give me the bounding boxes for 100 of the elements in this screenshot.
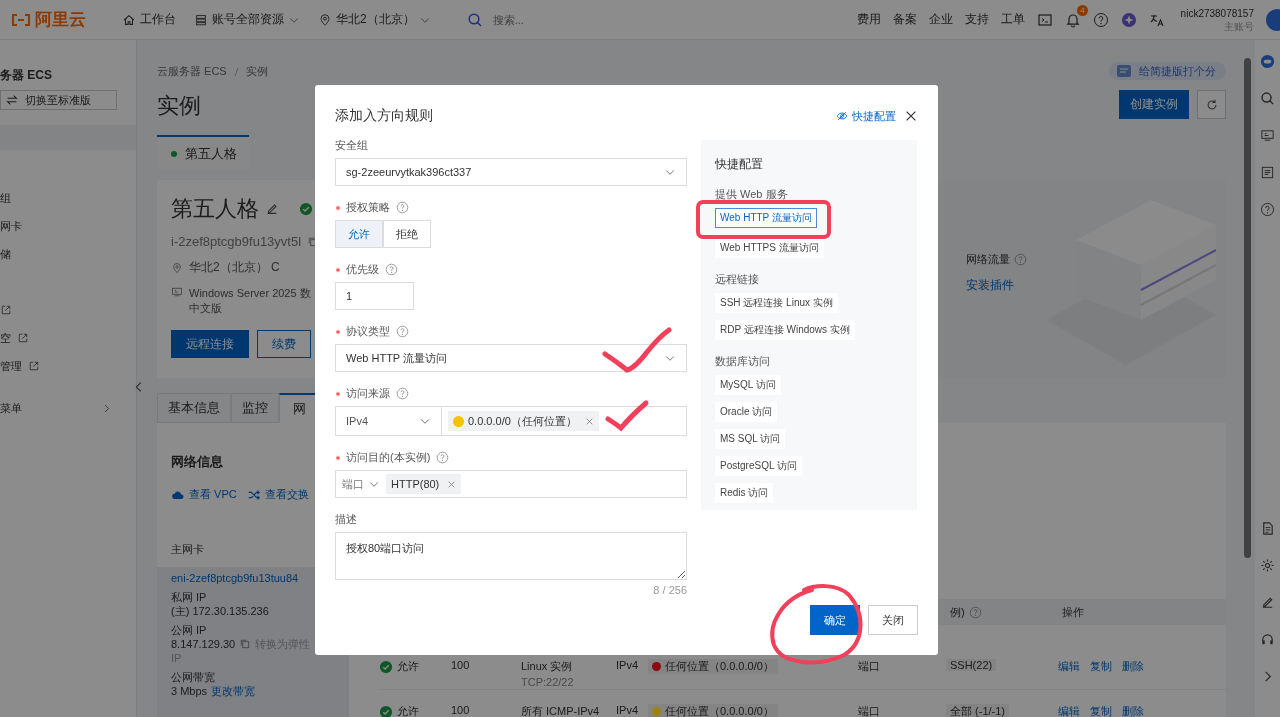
headset-icon[interactable] [1260, 632, 1275, 647]
external-link-icon[interactable] [28, 360, 40, 372]
table-cell: 允许 [397, 704, 419, 717]
terminal-icon[interactable] [1036, 11, 1053, 28]
sidebar-item[interactable]: 组 [0, 190, 11, 206]
sidebar-item[interactable]: 空 [0, 330, 11, 346]
preset-option[interactable]: Oracle 访问 [715, 402, 778, 422]
field-label: 协议类型 [346, 324, 390, 339]
sidebar-item[interactable]: 网卡 [0, 218, 22, 234]
top-link[interactable]: 支持 [964, 11, 989, 28]
column-header: 操作 [1062, 604, 1084, 620]
change-bandwidth-link[interactable]: 更改带宽 [211, 684, 256, 698]
tag-input-field[interactable]: 端口 HTTP(80) [335, 470, 687, 498]
table-cell: 所有 ICMP-IPv4 [521, 704, 600, 717]
preset-option[interactable]: Web HTTPS 流量访问 [715, 238, 824, 258]
segment-option[interactable]: 拒绝 [383, 220, 431, 248]
preset-option[interactable]: RDP 远程连接 Windows 实例 [715, 320, 855, 340]
top-link[interactable]: 备案 [892, 11, 917, 28]
character-counter: 8 / 256 [652, 584, 687, 596]
action-button[interactable]: 远程连接 [171, 330, 249, 358]
user-name[interactable]: nick2738078157 [1180, 6, 1254, 20]
monitor-icon[interactable] [1260, 128, 1275, 143]
search-icon[interactable] [1260, 91, 1275, 106]
top-link[interactable]: 企业 [928, 11, 953, 28]
confirm-button[interactable]: 确定 [810, 605, 860, 635]
required-icon [335, 204, 341, 211]
table-cell-text: IPv4 [616, 659, 639, 671]
field-label: 私网 IP [171, 590, 207, 604]
field-label: 访问目的(本实例) [346, 450, 431, 465]
search-field[interactable]: 搜索... [490, 12, 791, 27]
tab[interactable]: 监控 [231, 393, 279, 423]
switch-button[interactable]: 切换至标准版 [0, 90, 117, 110]
tab[interactable]: 基本信息 [157, 393, 231, 423]
swap-icon [5, 93, 19, 107]
scrollbar[interactable] [1244, 58, 1251, 558]
list-icon[interactable] [1260, 165, 1275, 180]
close-button[interactable]: 关闭 [868, 605, 918, 635]
field-label: 授权策略 [346, 200, 390, 215]
nic-link[interactable]: eni-2zef8ptcgb9fu13tuu84 [171, 571, 299, 585]
notification-badge: 4 [1077, 4, 1088, 16]
help-icon[interactable] [1260, 202, 1275, 217]
field-label: 优先级 [346, 262, 379, 277]
breadcrumb-link[interactable]: 云服务器 ECS [157, 64, 227, 79]
rating-badge[interactable]: 给简捷版打个分 [1109, 62, 1226, 80]
create-button[interactable]: 创建实例 [1119, 90, 1189, 119]
link[interactable]: 查看 VPC [171, 487, 237, 502]
sparkle-icon[interactable] [1120, 11, 1137, 28]
table-action-link[interactable]: 删除 [1122, 704, 1144, 717]
install-plugin-link[interactable]: 安装插件 [966, 277, 1027, 294]
external-link-icon[interactable] [17, 332, 29, 344]
monitor-icon [171, 286, 183, 298]
top-link[interactable]: 工单 [1000, 11, 1025, 28]
table-action-link[interactable]: 复制 [1090, 659, 1112, 674]
refresh-button[interactable] [1197, 90, 1226, 119]
table-action-link[interactable]: 复制 [1090, 704, 1112, 717]
preset-option[interactable]: SSH 远程连接 Linux 实例 [715, 293, 838, 313]
table-action-link[interactable]: 编辑 [1058, 659, 1080, 674]
field-value: 8.147.129.30 [171, 637, 236, 651]
help-icon[interactable] [1092, 11, 1109, 28]
check-circle-icon [299, 202, 313, 216]
nav-link[interactable]: 工作台 [122, 11, 176, 28]
search-icon [466, 11, 483, 28]
preset-option[interactable]: Web HTTP 流量访问 [715, 208, 817, 228]
text-area[interactable]: 授权80端口访问 [335, 532, 687, 580]
table-action-link[interactable]: 编辑 [1058, 704, 1080, 717]
sidebar-item[interactable]: 菜单 [0, 400, 22, 416]
stack-icon [194, 12, 208, 27]
assistant-icon[interactable] [1260, 54, 1275, 69]
port-tag: 全部 (-1/-1) [946, 704, 1009, 717]
table-action-link[interactable]: 删除 [1122, 659, 1144, 674]
external-link-icon[interactable] [0, 304, 12, 316]
field-value: (主) 172.30.135.236 [171, 604, 270, 618]
segment-option[interactable]: 允许 [335, 220, 383, 248]
select-field[interactable]: Web HTTP 流量访问 [335, 344, 687, 372]
close-icon[interactable] [904, 109, 918, 123]
sidebar-item[interactable]: 管理 [0, 358, 22, 374]
edit-icon[interactable] [265, 202, 279, 216]
edit-icon[interactable] [1260, 595, 1275, 610]
preset-option[interactable]: MS SQL 访问 [715, 429, 786, 449]
preset-option[interactable]: MySQL 访问 [715, 375, 781, 395]
home-icon [122, 12, 136, 27]
breadcrumb-link[interactable]: 实例 [245, 64, 268, 79]
gear-icon[interactable] [1260, 558, 1275, 573]
help-icon [385, 263, 398, 276]
select-field[interactable]: sg-2zeeurvytkak396ct337 [335, 158, 687, 186]
dropdown[interactable]: 端口 [342, 476, 380, 492]
preset-option[interactable]: Redis 访问 [715, 483, 774, 503]
document-icon[interactable] [1260, 521, 1275, 536]
sidebar-item[interactable]: 储 [0, 246, 11, 262]
quick-config-link[interactable]: 快捷配置 [836, 108, 896, 124]
link[interactable]: 查看交换 [246, 487, 309, 502]
bell-icon[interactable] [1064, 11, 1081, 28]
preset-option[interactable]: PostgreSQL 访问 [715, 456, 802, 476]
nav-dropdown[interactable]: 华北2（北京） [318, 11, 431, 28]
os-text: 中文版 [189, 301, 223, 316]
nav-dropdown[interactable]: 账号全部资源 [194, 11, 300, 28]
input-field[interactable]: 1 [335, 282, 414, 310]
location-icon [318, 12, 332, 27]
action-button[interactable]: 续费 [257, 330, 311, 358]
top-link[interactable]: 费用 [856, 11, 881, 28]
